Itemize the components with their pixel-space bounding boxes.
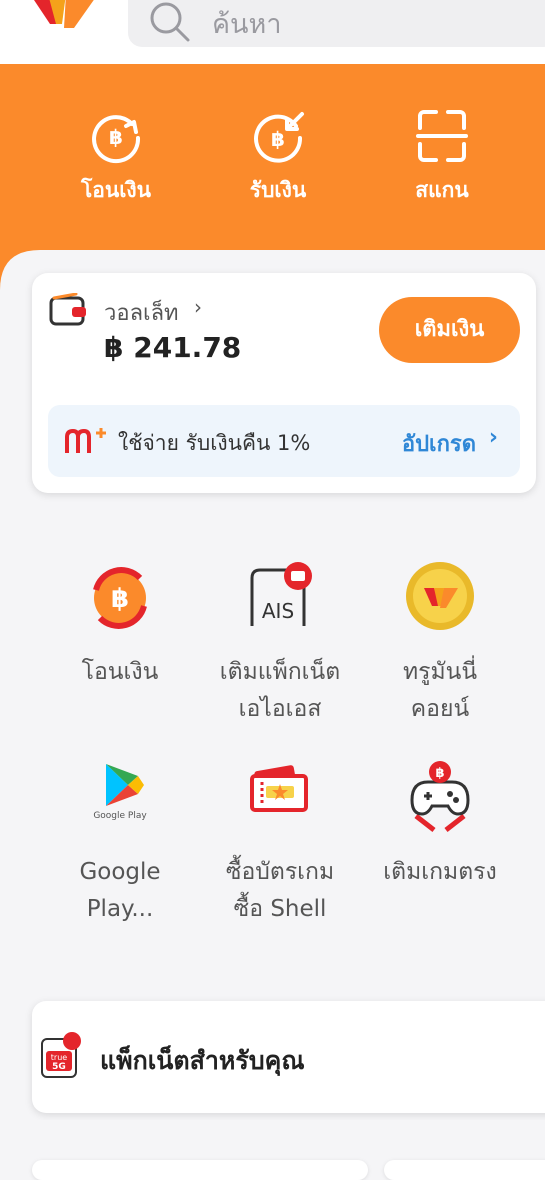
search-bar[interactable]: ค้นหา xyxy=(128,0,545,47)
svg-text:true: true xyxy=(51,1053,67,1062)
ais-sim-icon: AIS xyxy=(250,562,312,626)
packages-card[interactable]: true 5G แพ็กเน็ตสำหรับคุณ xyxy=(32,1001,545,1113)
top-bar: ค้นหา xyxy=(0,0,545,64)
next-card-right[interactable] xyxy=(384,1160,545,1180)
upgrade-chevron-icon: › xyxy=(488,425,498,450)
chevron-right-icon[interactable]: › xyxy=(194,295,202,319)
svg-text:฿: ฿ xyxy=(271,127,285,151)
quick-actions-header: ฿ โอนเงิน ฿ รับเงิน สแกน xyxy=(0,64,545,250)
service-label: เติมเกมตรง xyxy=(383,859,497,885)
wallet-icon xyxy=(49,293,86,326)
promo-text: ใช้จ่าย รับเงินคืน 1% xyxy=(118,431,311,455)
transfer-button[interactable]: ฿ โอนเงิน xyxy=(46,108,186,207)
search-placeholder: ค้นหา xyxy=(212,9,282,40)
baht-transfer-icon: ฿ xyxy=(93,567,147,629)
scan-label: สแกน xyxy=(415,178,469,202)
service-label: Google Play... xyxy=(79,859,161,922)
svg-text:฿: ฿ xyxy=(109,125,123,149)
svg-text:AIS: AIS xyxy=(262,599,294,623)
game-ticket-icon xyxy=(250,765,308,812)
wallet-card: วอลเล็ท › ฿ 241.78 เติมเงิน ใช้จ่าย รับเ… xyxy=(32,273,536,493)
svg-text:฿: ฿ xyxy=(435,766,444,781)
receive-label: รับเงิน xyxy=(249,178,307,202)
topup-button[interactable]: เติมเงิน xyxy=(379,297,520,363)
scan-button[interactable]: สแกน xyxy=(372,108,512,207)
game-controller-icon: ฿ xyxy=(410,761,470,832)
true-5g-icon: true 5G xyxy=(41,1032,81,1078)
service-label: เติมแพ็กเน็ต เอไอเอส xyxy=(219,659,341,722)
scan-icon xyxy=(416,110,468,162)
mplus-icon xyxy=(65,428,106,453)
upgrade-link[interactable]: อัปเกรด xyxy=(402,426,476,461)
receive-button[interactable]: ฿ รับเงิน xyxy=(208,108,348,207)
truemoney-coin-icon xyxy=(406,562,474,630)
wallet-balance: ฿ 241.78 xyxy=(104,331,242,364)
svg-text:฿: ฿ xyxy=(111,584,129,614)
next-card-left[interactable] xyxy=(32,1160,368,1180)
receive-icon: ฿ xyxy=(254,112,304,163)
service-label: ทรูมันนี่ คอยน์ xyxy=(402,659,478,722)
service-label: ซื้อบัตรเกม ซื้อ Shell xyxy=(225,859,335,922)
wallet-name[interactable]: วอลเล็ท xyxy=(104,295,179,330)
transfer-label: โอนเงิน xyxy=(80,178,152,202)
search-icon xyxy=(150,2,190,42)
transfer-icon: ฿ xyxy=(92,115,141,164)
packages-title: แพ็กเน็ตสำหรับคุณ xyxy=(100,1046,305,1075)
truemoney-logo[interactable] xyxy=(30,0,100,34)
google-play-icon: Google Play xyxy=(93,764,147,821)
service-label: โอนเงิน xyxy=(81,659,159,685)
svg-text:Google Play: Google Play xyxy=(93,811,147,821)
cashback-promo[interactable]: ใช้จ่าย รับเงินคืน 1% อัปเกรด › xyxy=(48,405,520,477)
svg-text:5G: 5G xyxy=(52,1062,66,1072)
